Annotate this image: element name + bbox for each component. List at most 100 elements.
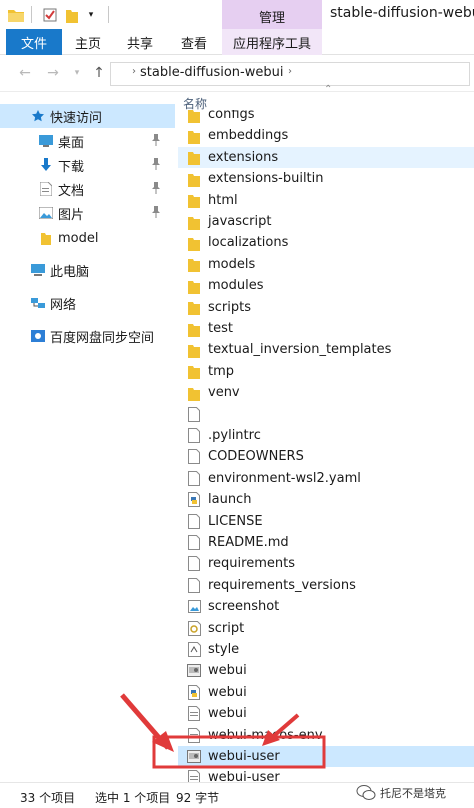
batch-file-icon bbox=[187, 750, 201, 763]
list-item[interactable]: webui-user bbox=[178, 767, 474, 782]
pin-icon[interactable] bbox=[151, 157, 161, 171]
customize-toolbar-icon[interactable]: ▾ bbox=[85, 5, 97, 25]
list-item-label: webui bbox=[208, 706, 247, 722]
list-item[interactable]: README.md bbox=[178, 532, 474, 553]
list-item[interactable]: .pylintrc bbox=[178, 425, 474, 446]
sidebar-item-quick-access[interactable]: 快速访问 bbox=[0, 104, 175, 128]
image-file-icon bbox=[187, 600, 201, 614]
forward-button[interactable]: → bbox=[44, 64, 62, 82]
properties-icon[interactable] bbox=[40, 5, 60, 25]
list-item[interactable]: environment-wsl2.yaml bbox=[178, 468, 474, 489]
list-item[interactable]: CODEOWNERS bbox=[178, 446, 474, 467]
star-icon bbox=[30, 108, 46, 124]
sidebar-item-this-pc[interactable]: 此电脑 bbox=[0, 258, 175, 282]
list-item[interactable]: script bbox=[178, 618, 474, 639]
tab-application-tools[interactable]: 应用程序工具 bbox=[222, 29, 322, 55]
shell-icon bbox=[186, 706, 202, 722]
list-item[interactable]: javascript bbox=[178, 211, 474, 232]
tab-file[interactable]: 文件 bbox=[6, 29, 62, 55]
sidebar-item-baidu-netdisk[interactable]: 百度网盘同步空间 bbox=[0, 324, 175, 348]
list-item[interactable]: extensions-builtin bbox=[178, 168, 474, 189]
list-item-label: localizations bbox=[208, 235, 289, 251]
network-icon bbox=[30, 295, 46, 311]
sidebar-item-documents[interactable]: 文档 bbox=[0, 177, 175, 201]
list-item[interactable]: webui-user bbox=[178, 746, 474, 767]
sidebar-item-network[interactable]: 网络 bbox=[0, 291, 175, 315]
list-item[interactable]: webui bbox=[178, 703, 474, 724]
recent-dropdown-button[interactable]: ▾ bbox=[68, 64, 86, 82]
up-button[interactable]: ↑ bbox=[90, 64, 108, 82]
list-item[interactable]: LICENSE bbox=[178, 511, 474, 532]
list-item[interactable]: webui bbox=[178, 682, 474, 703]
window-title: stable-diffusion-webui bbox=[330, 5, 474, 21]
tab-home[interactable]: 主页 bbox=[66, 29, 110, 55]
list-item[interactable]: extensions bbox=[178, 146, 474, 168]
tab-view[interactable]: 查看 bbox=[172, 29, 216, 55]
folder-icon bbox=[186, 110, 202, 123]
list-item-label: configs bbox=[208, 110, 255, 122]
pin-icon[interactable] bbox=[151, 205, 161, 219]
list-item[interactable]: models bbox=[178, 254, 474, 275]
folder-icon bbox=[188, 366, 200, 380]
back-button[interactable]: ← bbox=[16, 64, 34, 82]
list-item[interactable]: modules bbox=[178, 275, 474, 296]
tab-share[interactable]: 共享 bbox=[118, 29, 162, 55]
cloud-drive-icon bbox=[30, 328, 46, 344]
toolbar-separator bbox=[108, 6, 109, 23]
document-icon bbox=[188, 577, 200, 593]
sidebar-item-pictures[interactable]: 图片 bbox=[0, 201, 175, 225]
sidebar-item-label: 百度网盘同步空间 bbox=[50, 330, 155, 346]
doc-icon bbox=[186, 577, 202, 593]
document-icon bbox=[188, 428, 200, 443]
sidebar-item-model[interactable]: model bbox=[0, 226, 175, 250]
list-item[interactable]: style bbox=[178, 639, 474, 660]
sidebar-item-label: 文档 bbox=[58, 183, 85, 199]
folder-icon bbox=[186, 278, 202, 294]
download-icon bbox=[38, 157, 54, 173]
ribbon: 文件 主页 共享 查看 应用程序工具 bbox=[0, 29, 474, 55]
chevron-right-icon: › bbox=[132, 66, 136, 77]
list-item[interactable]: scripts bbox=[178, 297, 474, 318]
list-item[interactable]: configs bbox=[178, 110, 474, 125]
pin-icon[interactable] bbox=[151, 181, 161, 195]
python-icon bbox=[186, 684, 202, 700]
list-item-label: launch bbox=[208, 492, 252, 508]
list-item[interactable]: embeddings bbox=[178, 125, 474, 146]
list-item-label: extensions bbox=[208, 149, 279, 165]
tab-manage[interactable]: 管理 bbox=[222, 0, 322, 30]
list-item-label: models bbox=[208, 256, 256, 272]
list-item-label: screenshot bbox=[208, 599, 280, 615]
chevron-right-icon[interactable]: › bbox=[288, 66, 292, 77]
list-item[interactable]: launch bbox=[178, 489, 474, 510]
folder-icon bbox=[188, 323, 200, 337]
sidebar-item-downloads[interactable]: 下载 bbox=[0, 153, 175, 177]
wechat-icon bbox=[356, 785, 376, 800]
sidebar-item-desktop[interactable]: 桌面 bbox=[0, 129, 175, 153]
image-icon bbox=[186, 599, 202, 615]
folder-icon bbox=[188, 152, 200, 166]
list-item-label: javascript bbox=[208, 214, 272, 229]
list-item[interactable]: webui-macos-env bbox=[178, 725, 474, 746]
list-item[interactable]: tmp bbox=[178, 361, 474, 382]
doc-icon bbox=[186, 513, 202, 529]
list-item[interactable]: html bbox=[178, 190, 474, 211]
list-item[interactable]: screenshot bbox=[178, 596, 474, 617]
list-item[interactable] bbox=[178, 404, 474, 425]
sidebar-item-label: 网络 bbox=[50, 297, 77, 313]
list-item[interactable]: localizations bbox=[178, 232, 474, 253]
sidebar-item-label: 此电脑 bbox=[50, 264, 90, 280]
shell-icon bbox=[186, 770, 202, 782]
list-item[interactable]: webui bbox=[178, 660, 474, 681]
folder-icon bbox=[188, 259, 200, 273]
pin-icon[interactable] bbox=[151, 133, 161, 147]
sidebar-item-label: 桌面 bbox=[58, 135, 85, 151]
list-item[interactable]: textual_inversion_templates bbox=[178, 339, 474, 360]
list-item-label: webui-user bbox=[208, 770, 280, 782]
list-item[interactable]: test bbox=[178, 318, 474, 339]
list-item[interactable]: requirements_versions bbox=[178, 575, 474, 596]
new-folder-icon[interactable] bbox=[64, 5, 80, 25]
folder-icon bbox=[188, 110, 200, 123]
list-item[interactable]: requirements bbox=[178, 553, 474, 574]
list-item[interactable]: venv bbox=[178, 382, 474, 403]
doc-icon bbox=[186, 406, 202, 422]
